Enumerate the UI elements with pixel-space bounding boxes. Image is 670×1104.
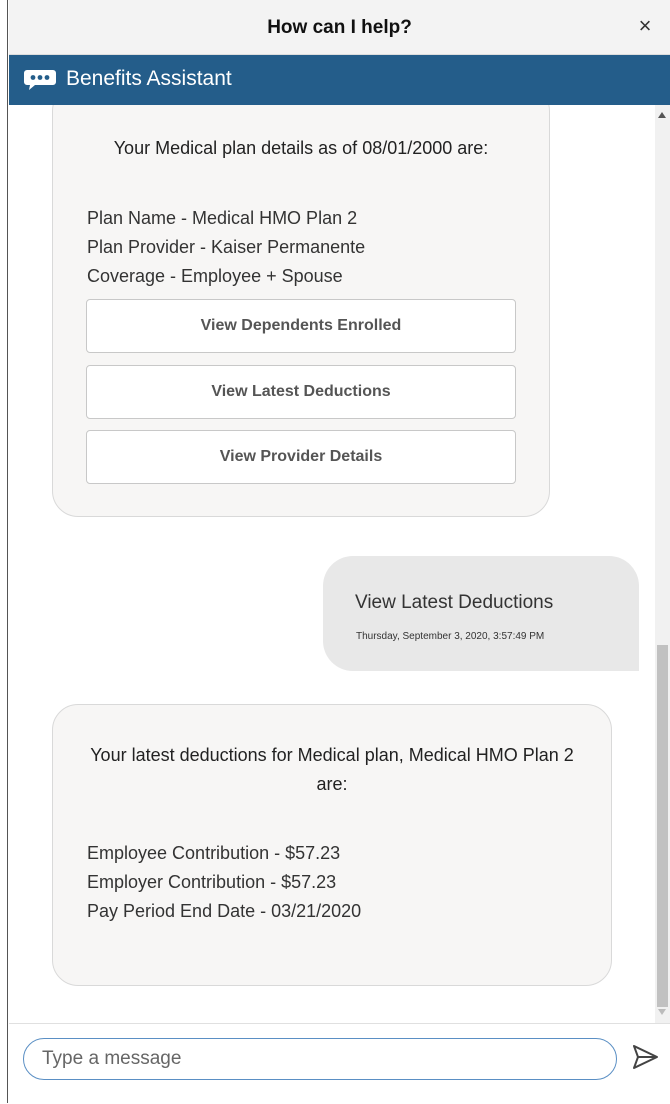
user-message-timestamp: Thursday, September 3, 2020, 3:57:49 PM bbox=[356, 631, 545, 642]
plan-name-line: Plan Name - Medical HMO Plan 2 bbox=[87, 208, 358, 228]
deductions-lines: Employee Contribution - $57.23 Employer … bbox=[87, 839, 361, 926]
message-input[interactable] bbox=[23, 1038, 617, 1080]
bot-message-deductions: Your latest deductions for Medical plan,… bbox=[52, 704, 612, 986]
coverage-line: Coverage - Employee + Spouse bbox=[87, 266, 343, 286]
plan-details-heading: Your Medical plan details as of 08/01/20… bbox=[113, 138, 489, 158]
close-button[interactable]: × bbox=[632, 14, 658, 40]
employer-contribution-line: Employer Contribution - $57.23 bbox=[87, 872, 337, 892]
bot-message-plan-details: Your Medical plan details as of 08/01/20… bbox=[52, 105, 550, 517]
deductions-heading: Your latest deductions for Medical plan,… bbox=[90, 745, 574, 794]
plan-provider-line: Plan Provider - Kaiser Permanente bbox=[87, 237, 366, 257]
assistant-header: Benefits Assistant bbox=[9, 55, 670, 105]
message-composer bbox=[9, 1023, 670, 1104]
chat-scrollbar[interactable] bbox=[655, 105, 670, 1023]
assistant-name: Benefits Assistant bbox=[66, 67, 232, 90]
window-title: How can I help? bbox=[267, 17, 412, 38]
scroll-down-icon[interactable] bbox=[658, 1009, 666, 1015]
view-dependents-enrolled-button[interactable]: View Dependents Enrolled bbox=[86, 299, 516, 353]
user-message: View Latest Deductions Thursday, Septemb… bbox=[323, 556, 639, 671]
window-edge bbox=[0, 0, 8, 1103]
scrollbar-thumb[interactable] bbox=[657, 645, 668, 1007]
employee-contribution-line: Employee Contribution - $57.23 bbox=[87, 843, 341, 863]
plan-details-lines: Plan Name - Medical HMO Plan 2 Plan Prov… bbox=[87, 204, 365, 291]
title-bar: How can I help? × bbox=[9, 0, 670, 55]
user-message-text: View Latest Deductions bbox=[355, 592, 554, 613]
scroll-up-icon[interactable] bbox=[658, 112, 666, 118]
chat-window: How can I help? × Benefits Assistant You… bbox=[0, 0, 670, 1104]
chat-bubble-icon bbox=[24, 70, 56, 90]
view-latest-deductions-button[interactable]: View Latest Deductions bbox=[86, 365, 516, 419]
send-icon[interactable] bbox=[630, 1042, 660, 1072]
view-provider-details-button[interactable]: View Provider Details bbox=[86, 430, 516, 484]
chat-transcript: Your Medical plan details as of 08/01/20… bbox=[9, 105, 655, 1023]
pay-period-end-line: Pay Period End Date - 03/21/2020 bbox=[87, 901, 362, 921]
